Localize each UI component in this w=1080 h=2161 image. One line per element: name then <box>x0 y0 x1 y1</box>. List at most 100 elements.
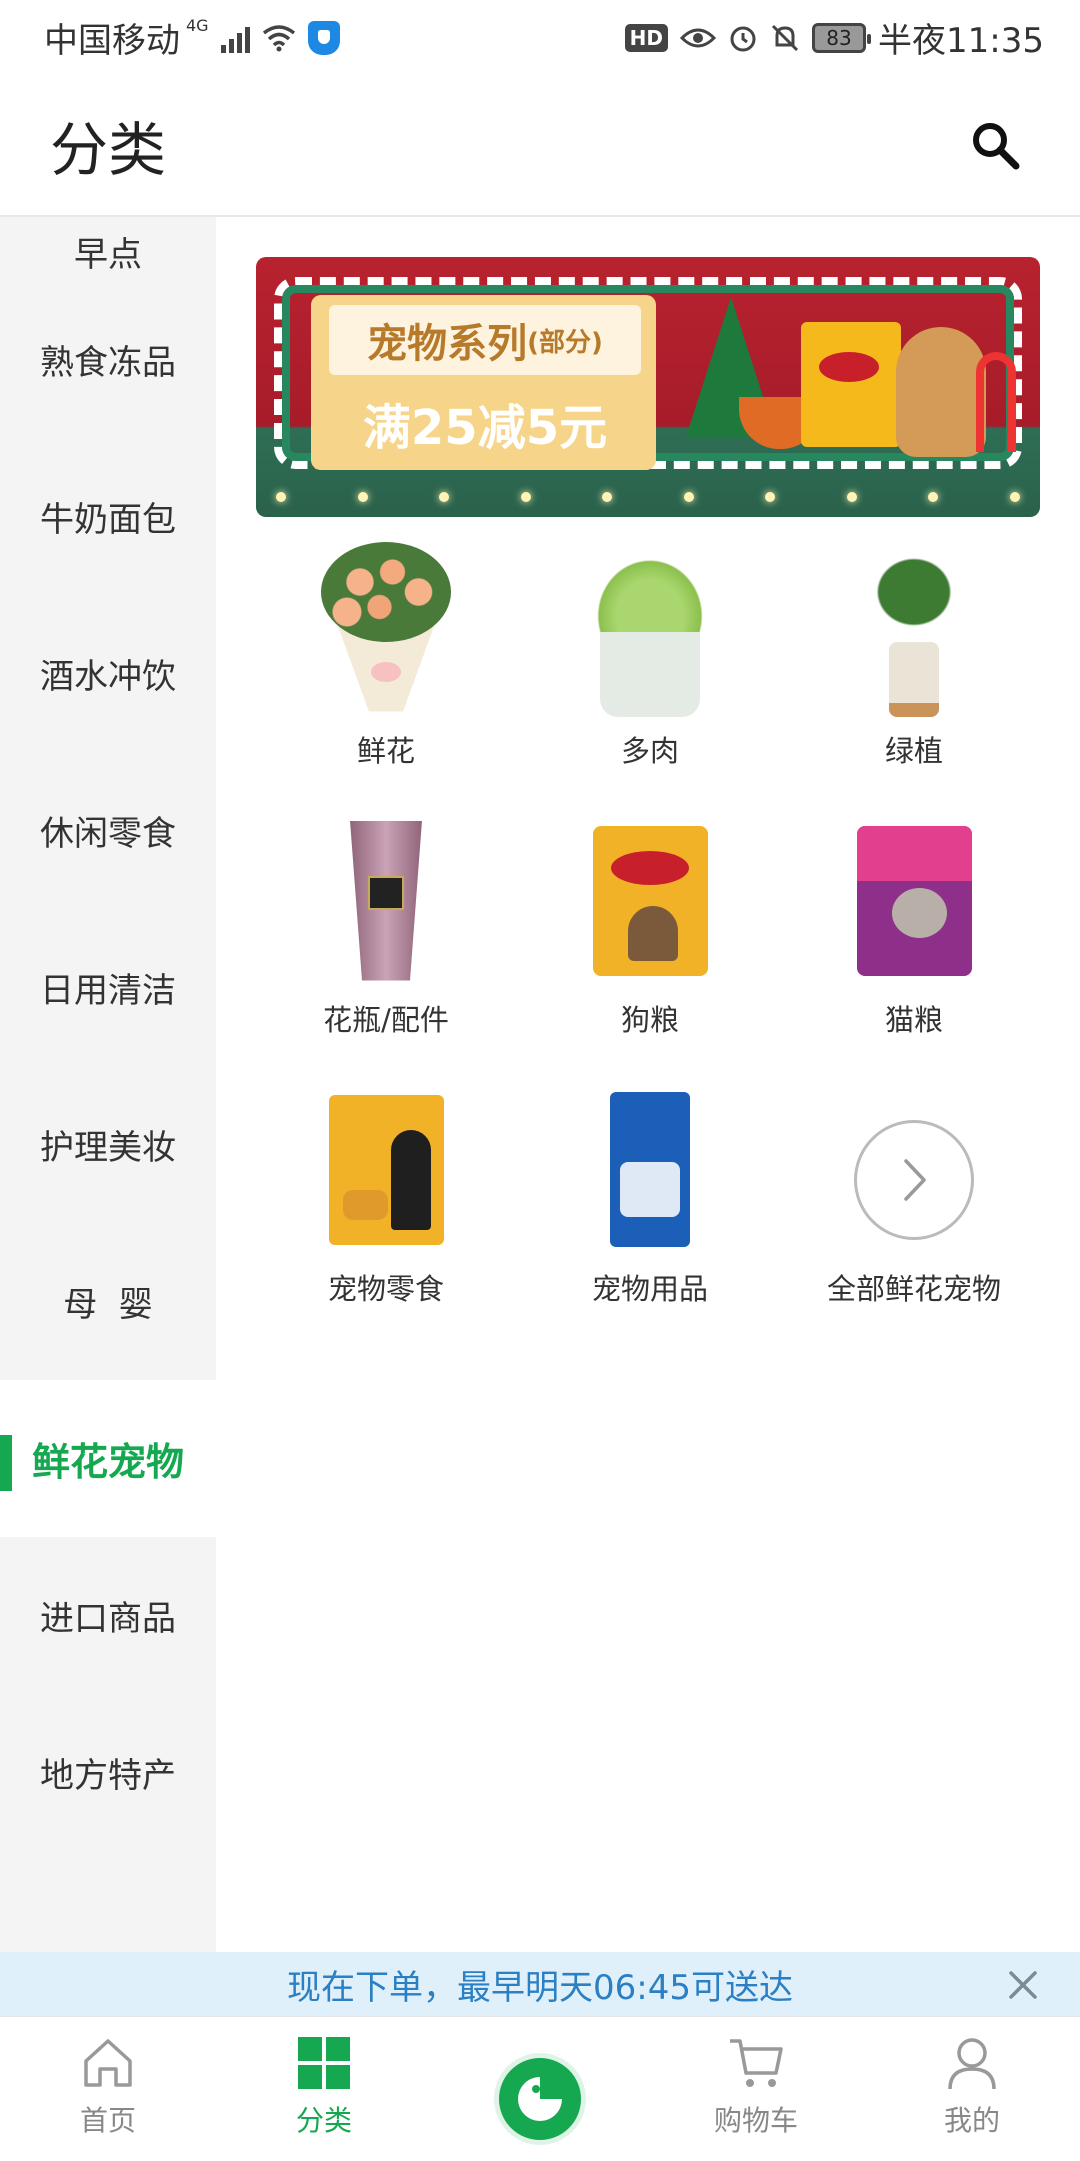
banner-title: 宠物系列 <box>367 321 528 367</box>
candy-cane-illustration <box>976 352 1016 452</box>
nav-cart[interactable]: 购物车 <box>648 2017 864 2161</box>
sidebar-item-deli-frozen[interactable]: 熟食冻品 <box>0 281 216 438</box>
category-sidebar: 早点 熟食冻品 牛奶面包 酒水冲饮 休闲零食 日用清洁 护理美妆 母 婴 鲜花宠… <box>0 217 216 1952</box>
pacman-logo-icon <box>518 2077 562 2121</box>
subcategory-label: 宠物零食 <box>327 1272 444 1306</box>
nav-label: 首页 <box>79 2104 136 2137</box>
nav-label: 我的 <box>943 2104 1000 2137</box>
sidebar-item-label: 酒水冲饮 <box>40 657 176 697</box>
status-right: HD 83 半夜11:35 <box>624 13 1044 62</box>
sidebar-item-breakfast[interactable]: 早点 <box>0 217 216 281</box>
sidebar-item-snacks[interactable]: 休闲零食 <box>0 752 216 909</box>
alarm-icon <box>730 26 756 51</box>
banner-card: 宠物系列 (部分) 满25减5元 <box>311 295 656 470</box>
wifi-icon <box>262 24 295 51</box>
bottom-navigation: 首页 分类 购物车 我的 <box>0 2016 1080 2160</box>
dog-illustration <box>896 327 986 457</box>
category-content: 宠物系列 (部分) 满25减5元 鲜花 多肉 绿植 花瓶/配件 狗粮 猫粮 宠物… <box>216 217 1080 1952</box>
view-all-thumb <box>834 1077 994 1262</box>
app-header: 分类 <box>0 75 1080 217</box>
cat-litter-image <box>570 1077 730 1262</box>
hd-badge: HD <box>624 23 669 52</box>
sidebar-item-drinks[interactable]: 酒水冲饮 <box>0 595 216 752</box>
close-icon[interactable] <box>1006 1968 1040 2002</box>
home-icon <box>84 2039 132 2087</box>
sidebar-item-local-specialty[interactable]: 地方特产 <box>0 1694 216 1851</box>
subcategory-flowers[interactable]: 鲜花 <box>254 539 518 808</box>
subcategory-label: 狗粮 <box>620 1003 679 1037</box>
nav-label: 分类 <box>295 2104 352 2137</box>
string-lights <box>276 487 1020 507</box>
status-left: 中国移动 4G <box>44 13 340 62</box>
subcategory-pet-treats[interactable]: 宠物零食 <box>254 1077 518 1346</box>
sidebar-item-milk-bread[interactable]: 牛奶面包 <box>0 438 216 595</box>
subcategory-dog-food[interactable]: 狗粮 <box>518 808 782 1077</box>
cart-icon <box>730 2039 783 2087</box>
sidebar-item-baby[interactable]: 母 婴 <box>0 1223 216 1380</box>
subcategory-pet-supplies[interactable]: 宠物用品 <box>518 1077 782 1346</box>
clock: 半夜11:35 <box>878 21 1044 61</box>
chevron-right-icon <box>904 1158 926 1201</box>
carrier-name: 中国移动 <box>44 21 180 61</box>
banner-subtitle: (部分) <box>527 327 603 358</box>
subcategory-label: 多肉 <box>620 734 679 768</box>
sidebar-item-label: 熟食冻品 <box>40 343 176 383</box>
nav-label: 购物车 <box>713 2104 798 2137</box>
pet-food-bag-illustration <box>801 322 901 447</box>
mute-bell-icon <box>771 24 799 51</box>
nav-category[interactable]: 分类 <box>216 2017 432 2161</box>
fern-image <box>834 539 994 724</box>
battery-icon: 83 <box>812 22 872 53</box>
subcategory-label: 鲜花 <box>356 734 415 768</box>
subcategory-cat-food[interactable]: 猫粮 <box>782 808 1046 1077</box>
sidebar-item-label: 鲜花宠物 <box>31 1440 184 1484</box>
sidebar-item-imported[interactable]: 进口商品 <box>0 1537 216 1694</box>
brand-logo-icon <box>494 2053 586 2145</box>
signal-icon <box>220 23 250 53</box>
banner-offer: 满25减5元 <box>362 399 608 456</box>
bouquet-image <box>306 539 466 724</box>
search-icon <box>973 123 1020 170</box>
sidebar-item-label: 早点 <box>74 235 142 275</box>
subcategory-label: 绿植 <box>884 734 943 768</box>
eye-icon <box>680 28 717 47</box>
sidebar-item-label: 休闲零食 <box>40 814 176 854</box>
nav-home[interactable]: 首页 <box>0 2017 216 2161</box>
subcategory-view-all[interactable]: 全部鲜花宠物 <box>782 1077 1046 1346</box>
page-title: 分类 <box>50 116 167 184</box>
sidebar-item-flowers-pets[interactable]: 鲜花宠物 <box>0 1380 216 1537</box>
subcategory-green-plants[interactable]: 绿植 <box>782 539 1046 808</box>
subcategory-grid: 鲜花 多肉 绿植 花瓶/配件 狗粮 猫粮 宠物零食 宠物用品 全部鲜花宠物 <box>216 539 1080 1346</box>
delivery-notice-text: 现在下单，最早明天06:45可送达 <box>287 1967 793 2008</box>
sidebar-item-label: 日用清洁 <box>40 971 176 1011</box>
promo-banner[interactable]: 宠物系列 (部分) 满25减5元 <box>256 257 1040 517</box>
sidebar-item-cleaning[interactable]: 日用清洁 <box>0 909 216 1066</box>
sidebar-item-label: 母 婴 <box>63 1285 153 1325</box>
pet-treat-image <box>306 1077 466 1262</box>
status-bar: 中国移动 4G HD 83 半夜11:35 <box>0 0 1080 75</box>
nav-profile[interactable]: 我的 <box>864 2017 1080 2161</box>
subcategory-succulents[interactable]: 多肉 <box>518 539 782 808</box>
sidebar-item-label: 护理美妆 <box>40 1128 176 1168</box>
subcategory-label: 宠物用品 <box>591 1272 708 1306</box>
network-type: 4G <box>186 16 209 35</box>
subcategory-label: 花瓶/配件 <box>323 1003 449 1037</box>
subcategory-label: 猫粮 <box>884 1003 943 1037</box>
sidebar-item-label: 进口商品 <box>40 1599 176 1639</box>
grid-icon <box>298 2037 350 2089</box>
dog-food-image <box>570 808 730 993</box>
security-shield-icon <box>307 20 340 55</box>
user-icon <box>948 2038 996 2090</box>
subcategory-vases[interactable]: 花瓶/配件 <box>254 808 518 1077</box>
sidebar-item-beauty[interactable]: 护理美妆 <box>0 1066 216 1223</box>
sidebar-item-label: 牛奶面包 <box>40 500 176 540</box>
succulent-image <box>570 539 730 724</box>
nav-brand-center[interactable] <box>432 2017 648 2161</box>
cat-food-image <box>834 808 994 993</box>
banner-title-box: 宠物系列 (部分) <box>329 305 641 375</box>
view-all-circle <box>854 1119 974 1240</box>
delivery-notice-bar: 现在下单，最早明天06:45可送达 <box>0 1952 1080 2016</box>
vase-image <box>306 808 466 993</box>
search-button[interactable] <box>960 110 1030 180</box>
subcategory-label: 全部鲜花宠物 <box>826 1272 1001 1306</box>
